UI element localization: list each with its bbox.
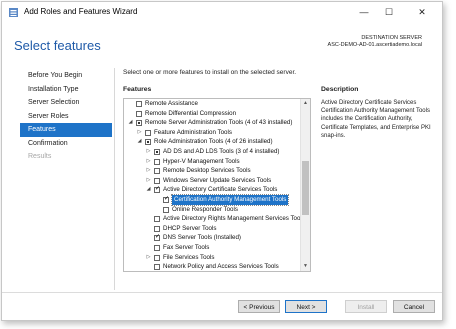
tree-scrollbar[interactable]: ▲ ▼ bbox=[300, 99, 310, 271]
feature-tree-row[interactable]: Certification Authority Management Tools bbox=[124, 193, 300, 206]
feature-checkbox[interactable] bbox=[136, 110, 142, 117]
expand-arrow-icon[interactable]: ▷ bbox=[145, 147, 152, 157]
feature-tree-row[interactable]: ▷ File Services Tools bbox=[124, 253, 300, 263]
nav-item-installation-type[interactable]: Installation Type bbox=[20, 83, 112, 97]
feature-tree-row[interactable]: ▷ Feature Administration Tools bbox=[124, 128, 300, 138]
feature-checkbox[interactable] bbox=[154, 185, 160, 195]
feature-tree-row[interactable]: ▷ AD DS and AD LDS Tools (3 of 4 installe… bbox=[124, 147, 300, 157]
feature-checkbox[interactable] bbox=[136, 101, 142, 107]
feature-tree-row[interactable]: Active Directory Rights Management Servi… bbox=[124, 214, 305, 224]
description-text: Active Directory Certificate Services Ce… bbox=[321, 100, 431, 139]
features-heading: Features bbox=[123, 86, 152, 93]
scroll-thumb[interactable] bbox=[302, 161, 309, 215]
feature-tree-row[interactable]: Online Responder Tools bbox=[124, 205, 300, 215]
feature-label: Network Policy and Access Services Tools bbox=[163, 263, 279, 271]
page-title: Select features bbox=[14, 38, 101, 53]
nav-divider bbox=[114, 68, 115, 290]
feature-tree-row[interactable]: Remote Differential Compression bbox=[124, 109, 300, 119]
feature-label: File Services Tools bbox=[163, 253, 215, 261]
collapse-arrow-icon[interactable]: ◢ bbox=[127, 118, 134, 128]
install-button[interactable]: Install bbox=[345, 300, 387, 313]
feature-label: Hyper-V Management Tools bbox=[163, 157, 240, 165]
nav-item-features[interactable]: Features bbox=[20, 123, 112, 137]
feature-tree-row[interactable]: Fax Server Tools bbox=[124, 243, 300, 253]
feature-checkbox[interactable] bbox=[163, 195, 169, 205]
feature-checkbox[interactable] bbox=[163, 206, 169, 213]
feature-checkbox[interactable] bbox=[154, 168, 160, 175]
window-title: Add Roles and Features Wizard bbox=[24, 7, 138, 16]
nav-item-confirmation[interactable]: Confirmation bbox=[20, 137, 112, 151]
feature-checkbox[interactable] bbox=[154, 148, 160, 155]
feature-label: Role Administration Tools (4 of 26 insta… bbox=[154, 138, 273, 146]
feature-checkbox[interactable] bbox=[154, 264, 160, 271]
expand-arrow-icon[interactable]: ▷ bbox=[145, 253, 152, 263]
feature-tree-row[interactable]: ▷ Remote Desktop Services Tools bbox=[124, 166, 300, 176]
feature-label: Remote Server Administration Tools (4 of… bbox=[145, 119, 293, 127]
feature-tree-row[interactable]: ◢ Active Directory Certificate Services T… bbox=[124, 185, 300, 195]
feature-checkbox[interactable] bbox=[145, 129, 151, 136]
destination-server-name: ASC-DEMO-AD-01.ascertiademo.local bbox=[327, 42, 422, 48]
feature-label: Active Directory Rights Management Servi… bbox=[163, 215, 305, 223]
collapse-arrow-icon[interactable]: ◢ bbox=[145, 185, 152, 195]
feature-label: Online Responder Tools bbox=[172, 205, 238, 213]
description-heading: Description bbox=[321, 86, 359, 93]
feature-checkbox[interactable] bbox=[154, 216, 160, 223]
feature-label: Fax Server Tools bbox=[163, 243, 210, 251]
feature-tree-row[interactable]: Remote Assistance bbox=[124, 99, 300, 109]
feature-tree-row[interactable]: Network Policy and Access Services Tools bbox=[124, 262, 300, 271]
feature-checkbox[interactable] bbox=[154, 244, 160, 251]
nav-item-results: Results bbox=[28, 153, 52, 160]
feature-label: Remote Differential Compression bbox=[145, 109, 237, 117]
wizard-header: Select features DESTINATION SERVER ASC-D… bbox=[2, 24, 442, 68]
feature-checkbox[interactable] bbox=[145, 139, 151, 146]
maximize-button[interactable]: ☐ bbox=[379, 4, 399, 20]
title-bar: Add Roles and Features Wizard — ☐ ✕ bbox=[2, 2, 442, 24]
expand-arrow-icon[interactable]: ▷ bbox=[145, 157, 152, 167]
destination-server-label: DESTINATION SERVER bbox=[361, 35, 422, 41]
next-button[interactable]: Next > bbox=[285, 300, 327, 313]
expand-arrow-icon[interactable]: ▷ bbox=[145, 166, 152, 176]
feature-label: Certification Authority Management Tools bbox=[170, 193, 290, 206]
feature-checkbox[interactable] bbox=[154, 177, 160, 184]
feature-tree-row[interactable]: ▷ Windows Server Update Services Tools bbox=[124, 176, 300, 186]
wizard-nav: Before You Begin Installation Type Server … bbox=[20, 69, 112, 164]
expand-arrow-icon[interactable]: ▷ bbox=[145, 176, 152, 186]
feature-tree-row[interactable]: ▷ Hyper-V Management Tools bbox=[124, 157, 300, 167]
feature-checkbox[interactable] bbox=[154, 225, 160, 232]
scroll-down-icon[interactable]: ▼ bbox=[301, 262, 310, 271]
expand-arrow-icon[interactable]: ▷ bbox=[136, 128, 143, 138]
previous-button[interactable]: < Previous bbox=[238, 300, 280, 313]
feature-label: AD DS and AD LDS Tools (3 of 4 installed… bbox=[163, 147, 280, 155]
instruction-text: Select one or more features to install o… bbox=[123, 69, 297, 76]
feature-label: Active Directory Certificate Services To… bbox=[163, 186, 278, 194]
nav-item-server-selection[interactable]: Server Selection bbox=[20, 96, 112, 110]
nav-item-server-roles[interactable]: Server Roles bbox=[20, 110, 112, 124]
features-tree-rows: Remote Assistance Remote Differential Com… bbox=[124, 99, 305, 271]
feature-tree-row[interactable]: ◢ Role Administration Tools (4 of 26 inst… bbox=[124, 137, 300, 147]
close-button[interactable]: ✕ bbox=[412, 4, 432, 20]
feature-checkbox[interactable] bbox=[154, 254, 160, 261]
footer-divider bbox=[2, 292, 442, 293]
feature-label: Remote Desktop Services Tools bbox=[163, 167, 251, 175]
feature-checkbox[interactable] bbox=[154, 233, 160, 243]
feature-tree-row[interactable]: ◢ Remote Server Administration Tools (4 o… bbox=[124, 118, 300, 128]
collapse-arrow-icon[interactable]: ◢ bbox=[136, 137, 143, 147]
nav-item-before-you-begin[interactable]: Before You Begin bbox=[20, 69, 112, 83]
feature-checkbox[interactable] bbox=[136, 120, 142, 127]
feature-label: DHCP Server Tools bbox=[163, 224, 217, 232]
features-tree[interactable]: Remote Assistance Remote Differential Com… bbox=[123, 98, 311, 272]
minimize-button[interactable]: — bbox=[354, 4, 374, 20]
feature-label: Windows Server Update Services Tools bbox=[163, 176, 272, 184]
feature-checkbox[interactable] bbox=[154, 158, 160, 165]
feature-label: Remote Assistance bbox=[145, 100, 198, 107]
feature-tree-row[interactable]: DHCP Server Tools bbox=[124, 224, 300, 234]
wizard-window: Add Roles and Features Wizard — ☐ ✕ Sele… bbox=[1, 1, 443, 321]
feature-label: DNS Server Tools (Installed) bbox=[163, 234, 241, 242]
server-manager-icon bbox=[9, 8, 18, 17]
cancel-button[interactable]: Cancel bbox=[393, 300, 435, 313]
feature-label: Feature Administration Tools bbox=[154, 128, 232, 136]
scroll-up-icon[interactable]: ▲ bbox=[301, 99, 310, 108]
feature-tree-row[interactable]: DNS Server Tools (Installed) bbox=[124, 233, 300, 243]
